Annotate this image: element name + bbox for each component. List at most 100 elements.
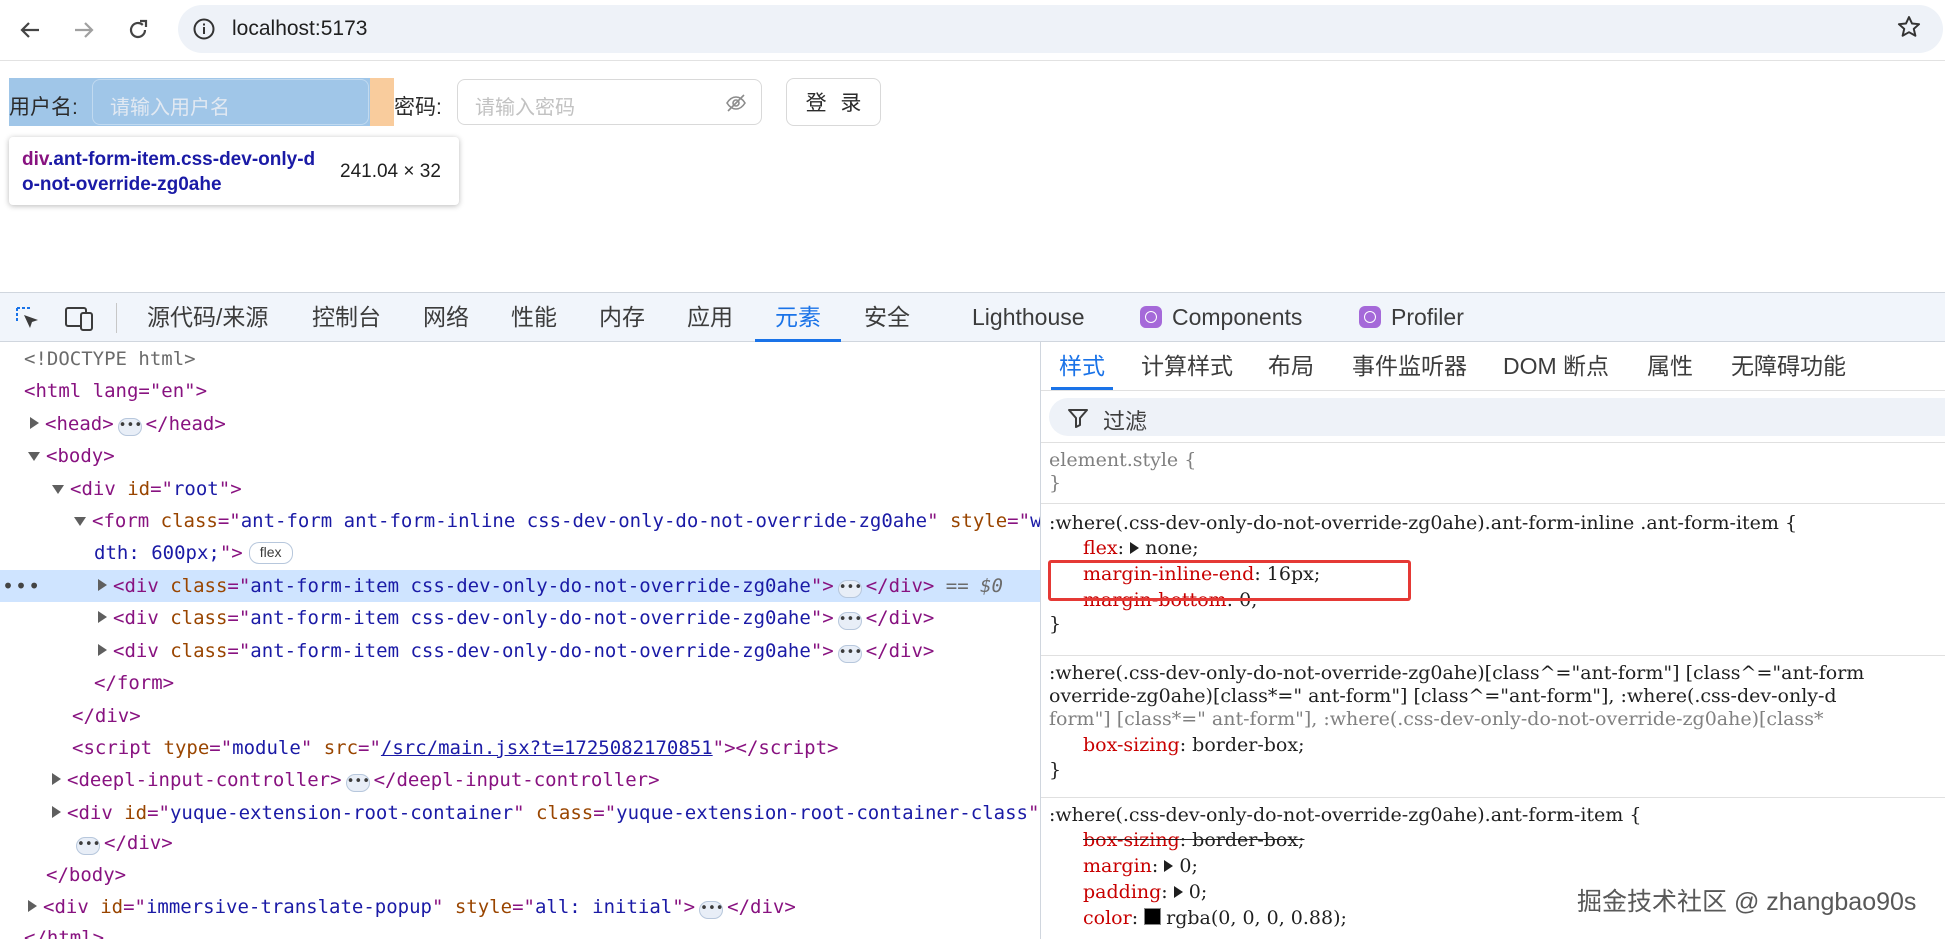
tab-lighthouse[interactable]: Lighthouse (972, 293, 1085, 341)
address-bar[interactable]: localhost:5173 (178, 5, 1943, 53)
tab-properties[interactable]: 属性 (1647, 342, 1693, 390)
expand-triangle-icon (1130, 542, 1140, 554)
url-text[interactable]: localhost:5173 (232, 17, 367, 41)
tab-event-listeners[interactable]: 事件监听器 (1352, 342, 1467, 390)
dom-node-deepl[interactable]: <deepl-input-controller> ••• </deepl-input… (0, 764, 1040, 796)
styles-filter[interactable]: 过滤 (1049, 398, 1945, 436)
tab-accessibility[interactable]: 无障碍功能 (1731, 342, 1846, 390)
dom-node-script[interactable]: <script type="module" src="/src/main.jsx… (0, 732, 1040, 764)
tab-elements[interactable]: 元素 (755, 293, 841, 342)
info-icon[interactable] (192, 17, 216, 41)
expand-triangle-icon (52, 806, 61, 818)
tab-console[interactable]: 控制台 (312, 293, 381, 341)
tab-dom-breakpoints[interactable]: DOM 断点 (1503, 342, 1609, 390)
login-button[interactable]: 登 录 (786, 78, 881, 126)
password-placeholder: 请输入密码 (475, 97, 575, 119)
tab-styles[interactable]: 样式 (1051, 342, 1113, 390)
script-src-link[interactable]: /src/main.jsx?t=1725082170851 (381, 737, 713, 759)
dom-node-form-item-selected[interactable]: ••• <div class="ant-form-item css-dev-on… (0, 570, 1040, 602)
react-icon (1140, 306, 1162, 328)
rule-separator (1041, 797, 1945, 798)
device-toolbar-icon[interactable] (64, 305, 96, 333)
password-input[interactable]: 请输入密码 (457, 79, 762, 125)
inspect-tooltip: div.ant-form-item.css-dev-only-do-not-ov… (9, 137, 459, 205)
elements-tree: <!DOCTYPE html> <html lang="en"> <head> •… (0, 342, 1040, 939)
collapse-triangle-icon (52, 485, 64, 494)
color-swatch[interactable] (1144, 908, 1162, 925)
filter-label: 过滤 (1103, 409, 1148, 434)
username-placeholder: 请输入用户名 (110, 97, 230, 119)
flex-badge[interactable]: flex (248, 542, 293, 564)
ellipsis-icon: ••• (837, 645, 862, 663)
css-prop-box-sizing-overridden[interactable]: box-sizing: border-box; (1049, 827, 1945, 853)
username-input[interactable]: 请输入用户名 (92, 79, 369, 125)
tab-sources[interactable]: 源代码/来源 (147, 293, 268, 341)
dom-node-div-close[interactable]: </div> (0, 700, 1040, 732)
tab-memory[interactable]: 内存 (599, 293, 645, 341)
tab-network[interactable]: 网络 (423, 293, 469, 341)
forward-button[interactable] (68, 14, 100, 46)
dom-node-body-close[interactable]: </body> (0, 859, 1040, 891)
ellipsis-icon: ••• (76, 837, 100, 855)
tab-performance[interactable]: 性能 (511, 293, 557, 341)
browser-toolbar: localhost:5173 (0, 0, 1945, 61)
react-icon (1359, 306, 1381, 328)
tooltip-dimensions: 241.04 × 32 (340, 161, 441, 182)
dom-node-body[interactable]: <body> (0, 440, 1040, 472)
dom-node-form-item[interactable]: <div class="ant-form-item css-dev-only-d… (0, 635, 1040, 667)
expand-triangle-icon (98, 611, 107, 623)
ellipsis-icon: ••• (837, 580, 862, 598)
styles-pane: 样式 计算样式 布局 事件监听器 DOM 断点 属性 无障碍功能 过滤 elem… (1041, 342, 1945, 939)
css-rule-box-sizing[interactable]: :where(.css-dev-only-do-not-override-zg0… (1049, 662, 1945, 782)
element-style-rule[interactable]: element.style { } (1049, 449, 1945, 495)
ellipsis-icon: ••• (117, 418, 142, 436)
expand-triangle-icon (1164, 860, 1174, 872)
rule-separator (1041, 503, 1945, 504)
reload-button[interactable] (122, 14, 154, 46)
tab-application[interactable]: 应用 (687, 293, 733, 341)
ellipsis-icon: ••• (699, 901, 724, 919)
expand-triangle-icon (1173, 886, 1183, 898)
expand-triangle-icon (98, 644, 107, 656)
arrow-right-icon (75, 22, 94, 38)
tab-profiler[interactable]: Profiler (1359, 293, 1464, 341)
dom-node-form-close[interactable]: </form> (0, 667, 1040, 699)
tab-computed[interactable]: 计算样式 (1141, 342, 1233, 390)
arrow-left-icon (20, 22, 39, 38)
back-button[interactable] (14, 14, 46, 46)
dom-node-head[interactable]: <head> ••• </head> (0, 408, 1040, 440)
css-prop-flex[interactable]: flex: none; (1049, 535, 1945, 561)
tab-layout[interactable]: 布局 (1268, 342, 1314, 390)
devtools-tabbar: 源代码/来源 控制台 网络 性能 内存 应用 元素 安全 Lighthouse … (0, 292, 1945, 342)
dom-node-doctype[interactable]: <!DOCTYPE html> (0, 343, 1040, 375)
username-label: 用户名: (9, 96, 78, 119)
expand-triangle-icon (52, 773, 61, 785)
expand-triangle-icon (28, 900, 37, 912)
filter-icon (1068, 409, 1088, 428)
dom-node-form[interactable]: <form class="ant-form ant-form-inline cs… (0, 505, 1040, 537)
expand-triangle-icon (98, 579, 107, 591)
dom-node-form-item[interactable]: <div class="ant-form-item css-dev-only-d… (0, 602, 1040, 634)
collapse-triangle-icon (28, 452, 40, 461)
bookmark-star-icon[interactable] (1896, 14, 1922, 40)
css-prop-margin[interactable]: margin: 0; (1049, 853, 1945, 879)
element-picker-icon[interactable] (14, 305, 42, 333)
tab-security[interactable]: 安全 (864, 293, 910, 341)
eye-invisible-icon[interactable] (725, 92, 747, 114)
tabbar-separator (116, 303, 117, 333)
dom-node-html-close[interactable]: </html> (0, 922, 1040, 939)
collapse-triangle-icon (74, 517, 86, 526)
rule-separator (1041, 655, 1945, 656)
dom-node-yuque[interactable]: <div id="yuque-extension-root-container"… (0, 797, 1040, 829)
annotation-highlight-box (1048, 560, 1411, 601)
tab-components[interactable]: Components (1140, 293, 1302, 341)
dom-node-root-div[interactable]: <div id="root"> (0, 473, 1040, 505)
password-label: 密码: (394, 96, 442, 119)
more-options-icon[interactable]: ••• (2, 570, 41, 602)
ellipsis-icon: ••• (837, 612, 862, 630)
dom-node-immersive[interactable]: <div id="immersive-translate-popup" styl… (0, 891, 1040, 923)
reload-icon (129, 19, 148, 39)
ellipsis-icon: ••• (345, 774, 370, 792)
css-prop-box-sizing[interactable]: box-sizing: border-box; (1049, 731, 1945, 759)
dom-node-html[interactable]: <html lang="en"> (0, 375, 1040, 407)
